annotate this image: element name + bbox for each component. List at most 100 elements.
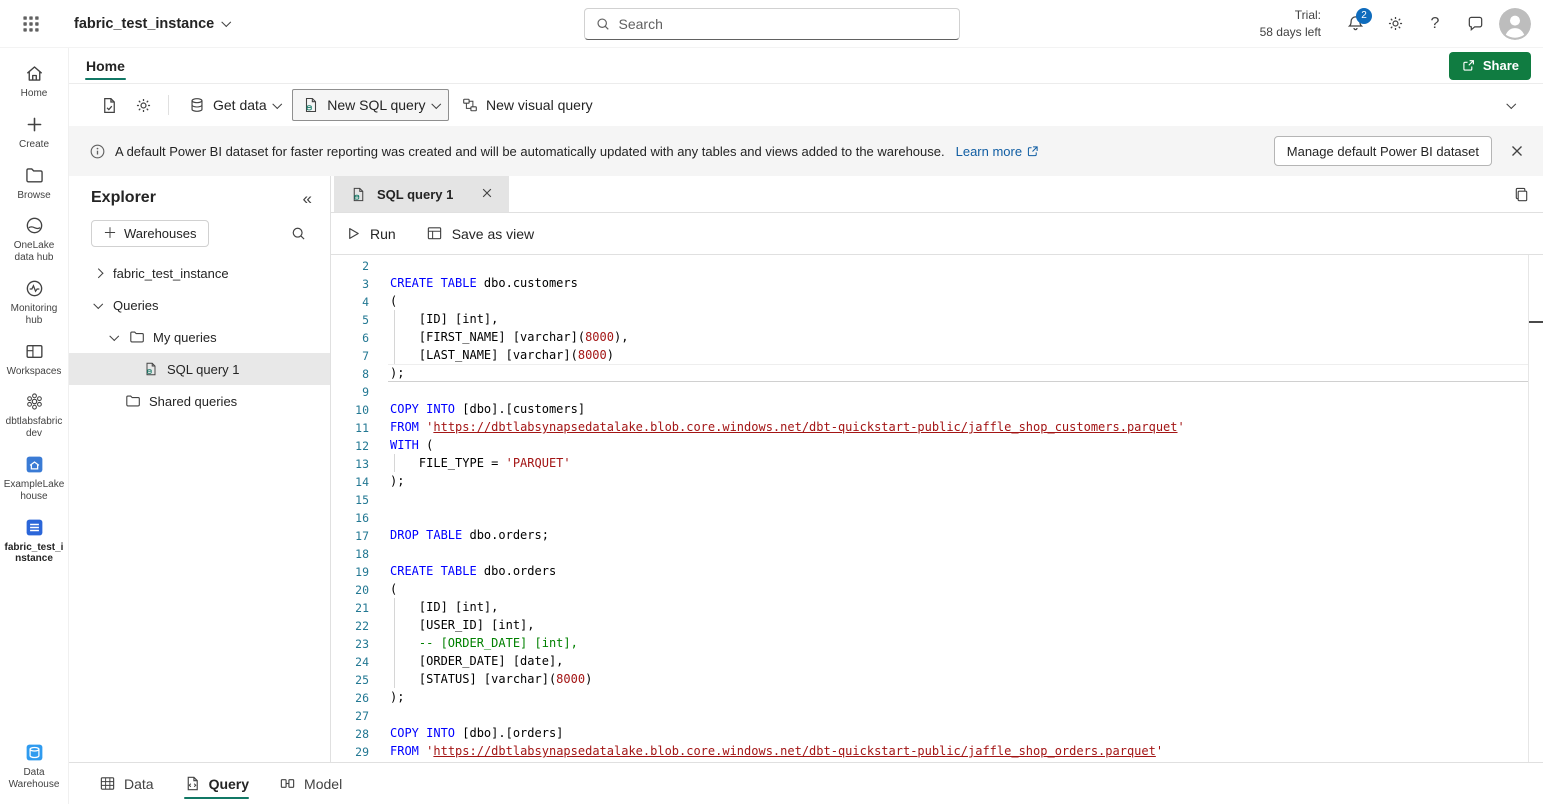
tree-item-queries[interactable]: Queries <box>69 289 330 321</box>
tree-item-my-queries[interactable]: My queries <box>69 321 330 353</box>
get-data-button[interactable]: Get data <box>178 89 290 121</box>
global-search[interactable] <box>584 8 960 40</box>
view-tab-data[interactable]: Data <box>99 763 154 804</box>
close-tab-icon[interactable] <box>477 184 497 205</box>
rail-item-label: Data Warehouse <box>3 767 65 791</box>
code-line-4[interactable]: 4( <box>331 292 1543 310</box>
workspace-title-dropdown[interactable]: fabric_test_instance <box>74 16 230 32</box>
code-line-22[interactable]: 22 [USER_ID] [int], <box>331 616 1543 634</box>
code-line-28[interactable]: 28COPY INTO [dbo].[orders] <box>331 724 1543 742</box>
manage-dataset-button[interactable]: Manage default Power BI dataset <box>1274 136 1492 166</box>
code-line-19[interactable]: 19CREATE TABLE dbo.orders <box>331 562 1543 580</box>
code-line-10[interactable]: 10COPY INTO [dbo].[customers] <box>331 400 1543 418</box>
code-line-26[interactable]: 26); <box>331 688 1543 706</box>
code-line-7[interactable]: 7 [LAST_NAME] [varchar](8000) <box>331 346 1543 364</box>
settings-button[interactable] <box>1379 8 1411 40</box>
code-line-14[interactable]: 14); <box>331 472 1543 490</box>
code-line-18[interactable]: 18 <box>331 544 1543 562</box>
learn-more-link[interactable]: Learn more <box>956 144 1039 159</box>
scrollbar-cursor-marker[interactable] <box>1529 321 1543 323</box>
code-line-21[interactable]: 21 [ID] [int], <box>331 598 1543 616</box>
close-banner-button[interactable] <box>1501 135 1533 167</box>
waffle-menu-button[interactable] <box>14 7 48 41</box>
code-line-6[interactable]: 6 [FIRST_NAME] [varchar](8000), <box>331 328 1543 346</box>
rail-item-fabric-test-instance[interactable]: fabric_test_instance <box>0 510 68 573</box>
code-text: FROM 'https://dbtlabsynapsedatalake.blob… <box>390 418 1543 436</box>
rail-item-create[interactable]: Create <box>0 107 68 158</box>
tab-sql-query-1[interactable]: SQL query 1 <box>334 176 509 212</box>
explorer-search-button[interactable] <box>284 219 312 247</box>
rail-item-data-warehouse[interactable]: Data Warehouse <box>0 735 68 798</box>
chevron-down-icon[interactable] <box>91 298 105 312</box>
code-line-16[interactable]: 16 <box>331 508 1543 526</box>
collapse-ribbon-button[interactable] <box>1495 89 1527 121</box>
line-number: 2 <box>331 256 369 274</box>
new-visual-query-button[interactable]: New visual query <box>451 89 603 121</box>
view-tab-model[interactable]: Model <box>279 763 342 804</box>
rail-item-label: Home <box>21 88 48 100</box>
code-line-17[interactable]: 17DROP TABLE dbo.orders; <box>331 526 1543 544</box>
copy-button[interactable] <box>1505 179 1537 209</box>
code-text: -- [ORDER_DATE] [int], <box>390 634 1543 652</box>
sql-code-editor[interactable]: 23CREATE TABLE dbo.customers4(5 [ID] [in… <box>331 255 1543 762</box>
code-line-20[interactable]: 20( <box>331 580 1543 598</box>
rail-item-browse[interactable]: Browse <box>0 158 68 209</box>
code-line-24[interactable]: 24 [ORDER_DATE] [date], <box>331 652 1543 670</box>
warehouse-settings-button[interactable] <box>127 89 159 121</box>
close-icon <box>1510 144 1524 158</box>
code-text: ( <box>390 292 1543 310</box>
code-line-29[interactable]: 29FROM 'https://dbtlabsynapsedatalake.bl… <box>331 742 1543 760</box>
create-icon <box>24 114 45 135</box>
collapse-explorer-button[interactable]: « <box>303 190 312 207</box>
code-line-9[interactable]: 9 <box>331 382 1543 400</box>
code-text <box>390 544 1543 562</box>
query-icon <box>184 775 201 792</box>
visual-query-icon <box>461 96 479 114</box>
code-text: [USER_ID] [int], <box>390 616 1543 634</box>
notifications-button[interactable]: 2 <box>1339 8 1371 40</box>
chevron-down-icon[interactable] <box>107 330 121 344</box>
save-as-view-button[interactable]: Save as view <box>426 225 534 242</box>
new-report-button[interactable] <box>93 89 125 121</box>
tree-item-sql-query-1[interactable]: SQL query 1 <box>69 353 330 385</box>
line-number: 29 <box>331 742 369 760</box>
code-line-2[interactable]: 2 <box>331 256 1543 274</box>
model-icon <box>279 775 296 792</box>
code-line-8[interactable]: 8); <box>331 364 1543 382</box>
rail-item-onelake-data-hub[interactable]: OneLake data hub <box>0 208 68 271</box>
fabric-app-window: fabric_test_instance Trial: 58 days left… <box>0 0 1543 804</box>
run-button[interactable]: Run <box>346 226 396 242</box>
code-text <box>390 256 1543 274</box>
code-line-25[interactable]: 25 [STATUS] [varchar](8000) <box>331 670 1543 688</box>
new-sql-query-button[interactable]: New SQL query <box>292 89 449 121</box>
code-line-15[interactable]: 15 <box>331 490 1543 508</box>
chevron-right-icon[interactable] <box>91 266 105 280</box>
view-tab-query[interactable]: Query <box>184 763 249 804</box>
search-input[interactable] <box>619 16 949 32</box>
add-warehouses-button[interactable]: ＋ Warehouses <box>91 220 209 247</box>
code-line-11[interactable]: 11FROM 'https://dbtlabsynapsedatalake.bl… <box>331 418 1543 436</box>
line-number: 28 <box>331 724 369 742</box>
code-line-3[interactable]: 3CREATE TABLE dbo.customers <box>331 274 1543 292</box>
share-button[interactable]: Share <box>1449 52 1531 80</box>
code-line-27[interactable]: 27 <box>331 706 1543 724</box>
code-text: FILE_TYPE = 'PARQUET' <box>390 454 1543 472</box>
account-avatar[interactable] <box>1499 8 1531 40</box>
rail-item-dbtlabsfabricdev[interactable]: dbtlabsfabricdev <box>0 384 68 447</box>
rail-item-label: Browse <box>17 190 50 202</box>
rail-item-monitoring-hub[interactable]: Monitoring hub <box>0 271 68 334</box>
code-line-5[interactable]: 5 [ID] [int], <box>331 310 1543 328</box>
code-line-23[interactable]: 23 -- [ORDER_DATE] [int], <box>331 634 1543 652</box>
line-number: 9 <box>331 382 369 400</box>
rail-item-workspaces[interactable]: Workspaces <box>0 334 68 385</box>
feedback-button[interactable] <box>1459 8 1491 40</box>
code-line-12[interactable]: 12WITH ( <box>331 436 1543 454</box>
tree-item-fabric-test-instance[interactable]: fabric_test_instance <box>69 257 330 289</box>
rail-item-examplelakehouse[interactable]: ExampleLakehouse <box>0 447 68 510</box>
line-number: 5 <box>331 310 369 328</box>
rail-item-home[interactable]: Home <box>0 56 68 107</box>
code-line-13[interactable]: 13 FILE_TYPE = 'PARQUET' <box>331 454 1543 472</box>
tab-home[interactable]: Home <box>85 48 126 83</box>
help-button[interactable]: ? <box>1419 8 1451 40</box>
tree-item-shared-queries[interactable]: Shared queries <box>69 385 330 417</box>
